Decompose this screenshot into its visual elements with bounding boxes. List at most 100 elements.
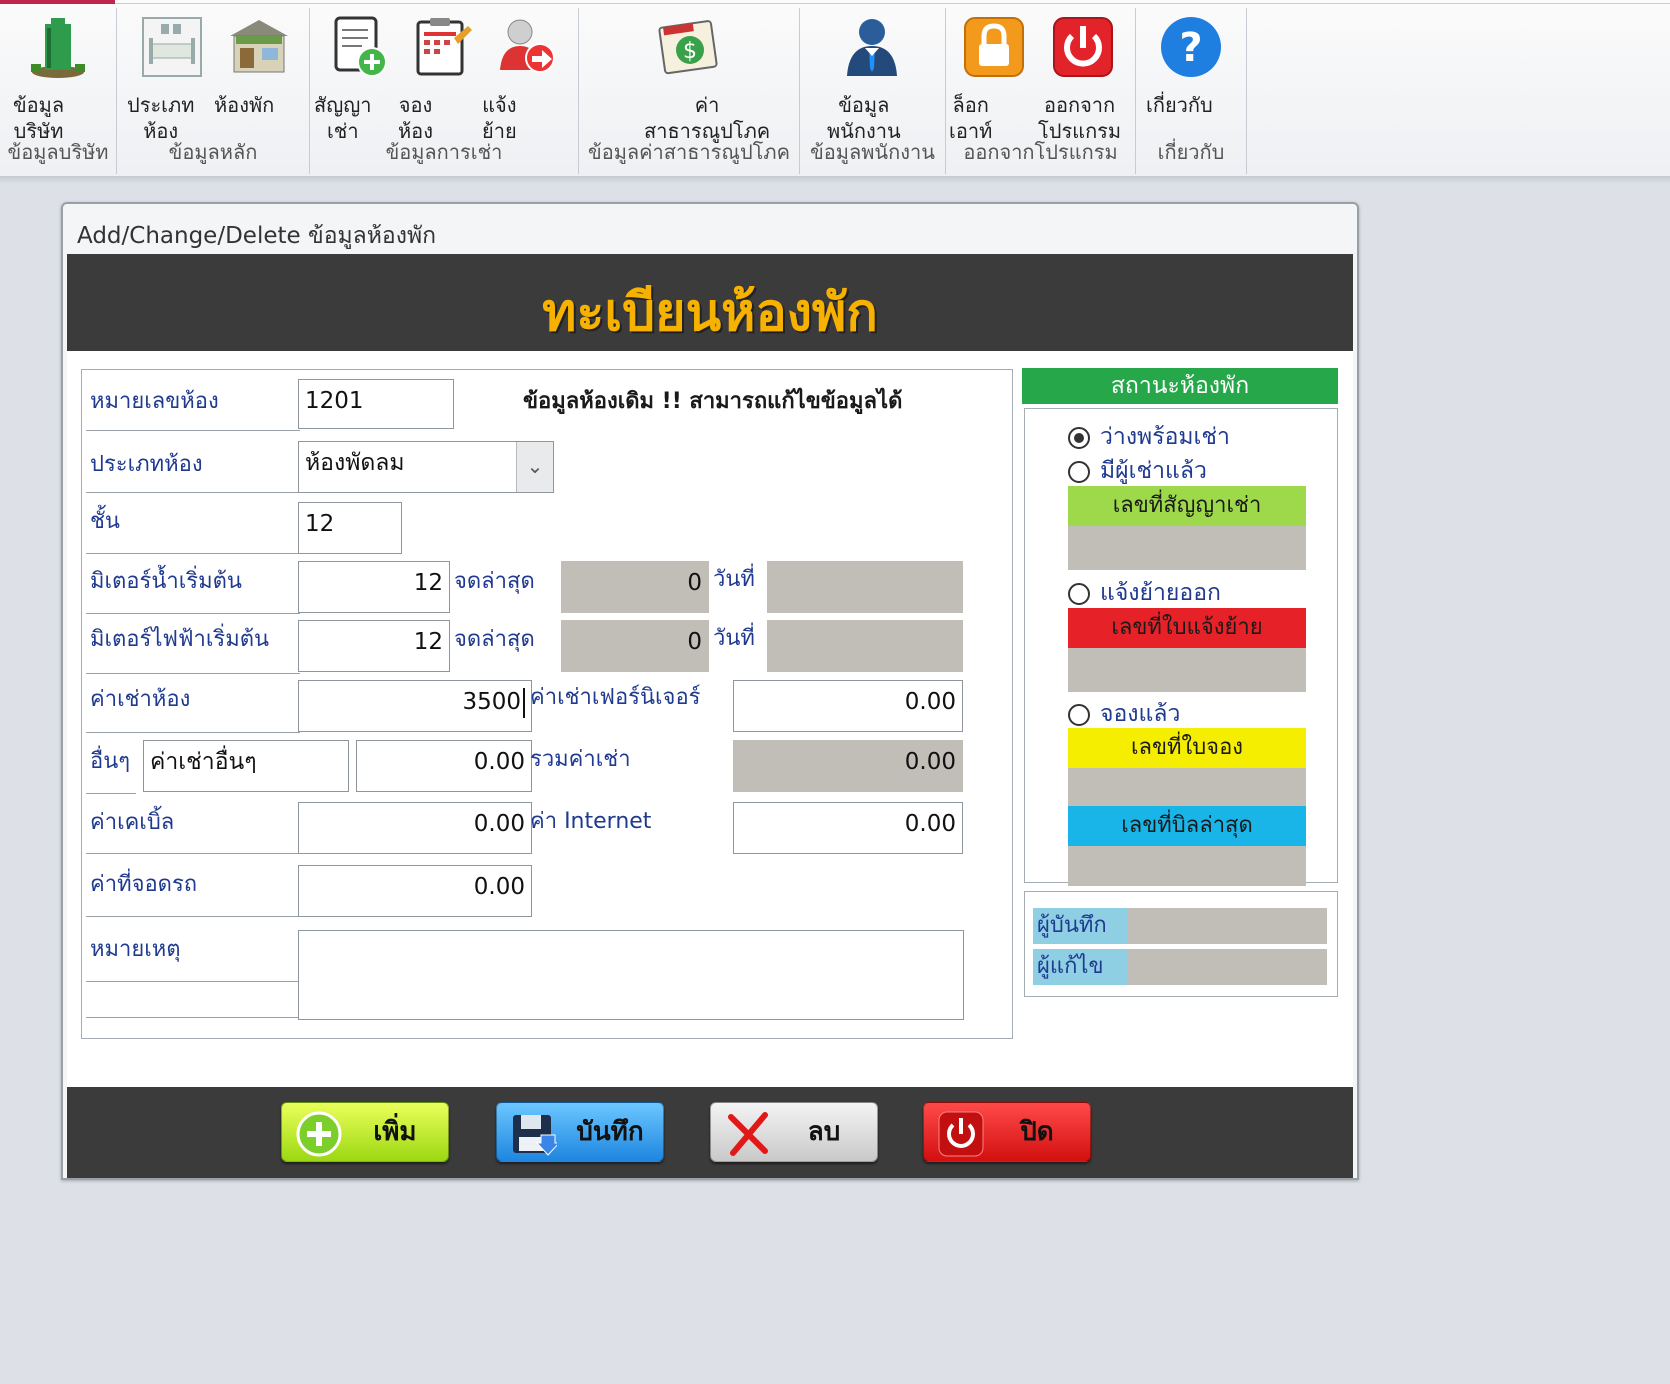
label-underline [86,613,300,614]
room-no-input[interactable]: 1201 [298,379,454,429]
radio-unchecked-icon [1068,703,1090,726]
ribbon-shadow [0,176,1670,184]
room-type-select[interactable]: ห้องพัดลม ⌄ [298,441,554,493]
radio-label: จองแล้ว [1100,701,1181,727]
ribbon-accent [0,0,115,4]
water-latest-value: 0 [561,561,709,613]
elec-date-label: วันที่ [713,626,755,651]
ribbon-group-label: ออกจากโปรแกรม [963,140,1118,164]
radio-label: มีผู้เช่าแล้ว [1100,458,1207,484]
elec-meter-input[interactable]: 12 [298,620,450,672]
room-button[interactable]: ห้องพัก [214,14,304,117]
note-textarea[interactable] [298,930,964,1020]
room-icon [230,20,288,73]
water-meter-input[interactable]: 12 [298,561,450,613]
notice-text: ข้อมูลห้องเดิม !! สามารถแก้ไขข้อมูลได้ [523,389,903,414]
title-band: ทะเบียนห้องพัก [67,254,1353,351]
cable-input[interactable]: 0.00 [298,802,532,854]
water-latest-label: จดล่าสุด [454,569,535,594]
move-out-icon [500,19,555,73]
internet-input[interactable]: 0.00 [733,802,963,854]
ribbon-group-about: ? เกี่ยวกับ เกี่ยวกับ [1136,8,1247,174]
floor-input[interactable]: 12 [298,502,402,554]
status-radio-booked[interactable]: จองแล้ว [1068,696,1180,732]
power-icon [1053,17,1113,77]
save-button[interactable]: บันทึก [496,1102,664,1162]
about-button[interactable]: ? เกี่ยวกับ [1146,14,1236,117]
internet-label: ค่า Internet [530,809,652,834]
lock-icon [964,17,1024,77]
edited-by-value [1127,949,1327,985]
radio-checked-icon [1068,426,1090,449]
label-underline [86,853,300,854]
status-header: สถานะห้องพัก [1022,368,1338,404]
water-date-label: วันที่ [713,567,755,592]
edited-by-label: ผู้แก้ไข [1033,949,1129,985]
other-name-input[interactable]: ค่าเช่าอื่นๆ [143,740,349,792]
booking-icon [416,18,472,76]
room-no-label: หมายเลขห้อง [90,389,219,414]
chevron-down-icon[interactable]: ⌄ [516,442,553,492]
elec-meter-label: มิเตอร์ไฟฟ้าเริ่มต้น [90,627,270,652]
label-underline [86,553,300,554]
room-form-window: Add/Change/Delete ข้อมูลห้องพัก ทะเบียนห… [61,202,1359,1180]
ribbon-button-label: ห้องพัก [214,93,275,117]
booking-no-label: เลขที่ใบจอง [1068,728,1306,768]
rent-label: ค่าเช่าห้อง [90,687,191,712]
booking-button[interactable]: จอง ห้อง [398,14,488,143]
move-out-button[interactable]: แจ้ง ย้าย [482,14,572,143]
parking-label: ค่าที่จอดรถ [90,872,198,897]
water-meter-label: มิเตอร์น้ำเริ่มต้น [90,569,242,594]
ribbon-group-utility: $ ค่า สาธารณูปโภค ข้อมูลค่าสาธารณูปโภค [579,8,800,174]
utility-bill-button[interactable]: $ ค่า สาธารณูปโภค [644,14,770,143]
ribbon-group-employee: ข้อมูล พนักงาน ข้อมูลพนักงาน [800,8,946,174]
label-underline [86,1017,300,1018]
form-body: ข้อมูลห้องเดิม !! สามารถแก้ไขข้อมูลได้ ห… [67,351,1353,1087]
plus-icon [296,1111,342,1157]
rent-value: 3500 [462,689,521,715]
elec-date-value [767,620,963,672]
contract-icon [334,16,387,77]
other-amount-input[interactable]: 0.00 [356,740,532,792]
svg-text:$: $ [683,39,697,64]
label-underline [86,492,300,493]
delete-button-label: ลบ [807,1117,841,1147]
delete-button[interactable]: ลบ [710,1102,878,1162]
button-bar: เพิ่ม บันทึก ลบ ปิด [67,1087,1353,1178]
last-bill-label: เลขที่บิลล่าสุด [1068,806,1306,846]
ribbon-group-master: ประเภท ห้อง ห้องพัก ข้อมูลหลัก [117,8,310,174]
form-caption: Add/Change/Delete ข้อมูลห้องพัก [77,223,437,249]
label-underline [86,981,300,982]
ribbon-toolbar: ข้อมูล บริษัท ข้อมูลบริษัท ประเภท ห้อง ห… [0,0,1670,177]
elec-latest-label: จดล่าสุด [454,627,535,652]
room-type-button[interactable]: ประเภท ห้อง [127,14,217,143]
status-radio-available[interactable]: ว่างพร้อมเช่า [1068,419,1230,455]
room-type-label: ประเภทห้อง [90,452,203,477]
close-icon [728,1112,768,1156]
exit-program-button[interactable]: ออกจาก โปรแกรม [1038,14,1128,143]
form-title: ทะเบียนห้องพัก [542,282,878,343]
ribbon-group-label: ข้อมูลบริษัท [7,140,109,164]
employee-button[interactable]: ข้อมูล พนักงาน [827,14,917,143]
logout-button[interactable]: ล็อก เอาท์ [949,14,1039,143]
furniture-input[interactable]: 0.00 [733,680,963,732]
close-button[interactable]: ปิด [923,1102,1091,1162]
add-button[interactable]: เพิ่ม [281,1102,449,1162]
ribbon-group-label: ข้อมูลค่าสาธารณูปโภค [588,140,790,164]
status-radio-moveout[interactable]: แจ้งย้ายออก [1068,575,1221,611]
ribbon-group-rental: สัญญา เช่า จอง ห้อง แจ้ง ย้าย ข้อมูลการเ… [310,8,579,174]
other-label: อื่นๆ [90,749,131,774]
rent-input[interactable]: 3500 [298,680,532,732]
status-radio-rented[interactable]: มีผู้เช่าแล้ว [1068,453,1207,489]
furniture-label: ค่าเช่าเฟอร์นิเจอร์ [530,685,701,710]
label-underline [86,916,300,917]
contract-no-value [1068,526,1306,570]
contract-button[interactable]: สัญญา เช่า [314,14,404,143]
company-info-button[interactable]: ข้อมูล บริษัท [13,14,103,143]
parking-input[interactable]: 0.00 [298,865,532,917]
add-button-label: เพิ่ม [373,1117,417,1147]
ribbon-divider [115,3,1670,4]
moveout-no-label: เลขที่ใบแจ้งย้าย [1068,608,1306,648]
text-cursor [523,687,525,718]
radio-label: แจ้งย้ายออก [1100,580,1221,606]
